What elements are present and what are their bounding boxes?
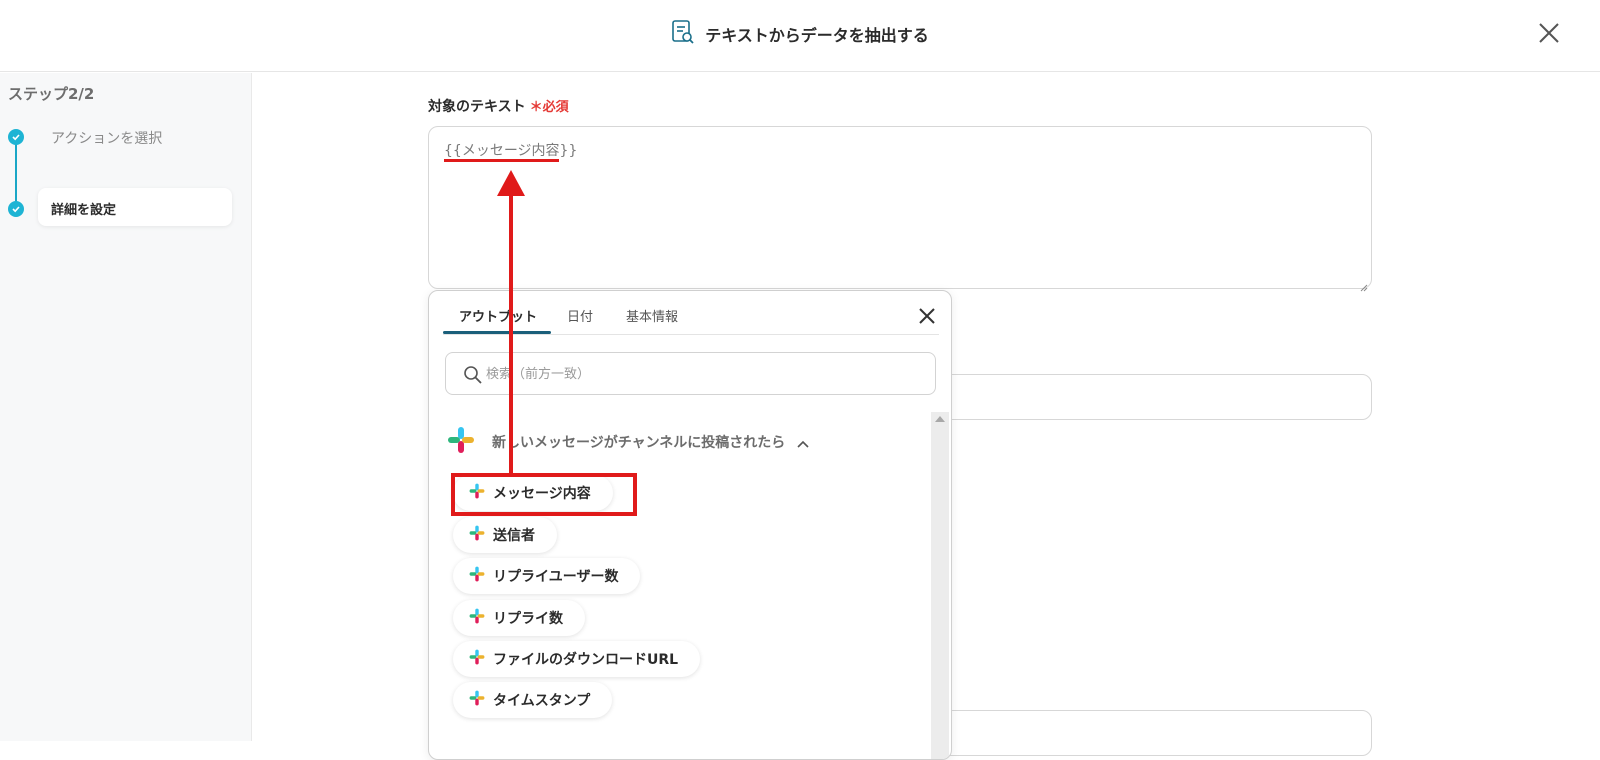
output-item-label: リプライ数 xyxy=(493,611,563,627)
document-search-icon xyxy=(671,19,695,49)
popup-tabs: アウトプット 日付 基本情報 xyxy=(443,291,939,335)
sidebar-item-configure-details[interactable]: 詳細を設定 xyxy=(38,188,232,226)
target-text-label: 対象のテキスト ＊必須 xyxy=(428,96,569,116)
field-label-text: 対象のテキスト xyxy=(428,99,526,115)
output-item-label: リプライユーザー数 xyxy=(493,569,619,585)
chevron-up-icon[interactable] xyxy=(797,433,809,452)
slack-icon xyxy=(447,426,475,458)
page-title: テキストからデータを抽出する xyxy=(0,0,1600,68)
sidebar-item-select-action[interactable]: アクションを選択 xyxy=(51,128,162,148)
target-text-textarea[interactable]: {{メッセージ内容}} xyxy=(428,126,1372,292)
close-icon[interactable] xyxy=(1536,20,1562,46)
required-badge: ＊必須 xyxy=(529,100,569,115)
textarea-value: {{メッセージ内容}} xyxy=(444,143,578,159)
output-picker-popup: アウトプット 日付 基本情報 新しいメッセージ xyxy=(428,290,952,760)
scroll-up-icon[interactable] xyxy=(935,416,945,422)
slack-icon xyxy=(469,566,485,586)
sidebar-item-label: 詳細を設定 xyxy=(51,203,117,218)
slack-icon xyxy=(469,690,485,710)
output-item-label: 送信者 xyxy=(493,528,535,544)
group-title: 新しいメッセージがチャンネルに投稿されたら xyxy=(492,435,786,451)
annotation-arrow-line xyxy=(509,190,513,475)
output-item-reply-user-count[interactable]: リプライユーザー数 xyxy=(453,558,641,594)
output-group-header[interactable]: 新しいメッセージがチャンネルに投稿されたら xyxy=(447,427,809,457)
slack-icon xyxy=(469,608,485,628)
output-item-reply-count[interactable]: リプライ数 xyxy=(453,600,585,636)
close-icon[interactable] xyxy=(917,306,937,326)
step-count: ステップ2/2 xyxy=(8,85,95,103)
annotation-underline xyxy=(444,159,559,162)
annotation-arrow-head xyxy=(497,170,525,196)
active-tab-indicator xyxy=(443,331,551,334)
resize-handle-icon[interactable] xyxy=(1360,277,1368,292)
step-connector xyxy=(15,143,17,209)
sidebar: ステップ2/2 アクションを選択 詳細を設定 xyxy=(0,73,252,741)
annotation-highlight-box xyxy=(451,473,637,516)
tab-basic-info[interactable]: 基本情報 xyxy=(626,306,678,325)
search-icon xyxy=(463,365,483,385)
secondary-input[interactable] xyxy=(940,374,1372,420)
output-item-timestamp[interactable]: タイムスタンプ xyxy=(453,682,613,718)
tab-date[interactable]: 日付 xyxy=(567,306,593,325)
output-item-label: タイムスタンプ xyxy=(493,693,591,709)
tertiary-input[interactable] xyxy=(940,710,1372,756)
page-title-text: テキストからデータを抽出する xyxy=(705,26,929,45)
header: テキストからデータを抽出する xyxy=(0,0,1600,72)
scrollbar[interactable] xyxy=(931,412,949,759)
check-icon xyxy=(8,201,24,217)
search-input[interactable] xyxy=(486,363,906,385)
output-item-file-download-url[interactable]: ファイルのダウンロードURL xyxy=(453,641,701,677)
tab-output[interactable]: アウトプット xyxy=(459,306,537,325)
search-field xyxy=(445,352,936,395)
output-item-label: ファイルのダウンロードURL xyxy=(493,652,679,668)
slack-icon xyxy=(469,649,485,669)
output-item-sender[interactable]: 送信者 xyxy=(453,517,557,553)
slack-icon xyxy=(469,525,485,545)
check-icon xyxy=(8,129,24,145)
